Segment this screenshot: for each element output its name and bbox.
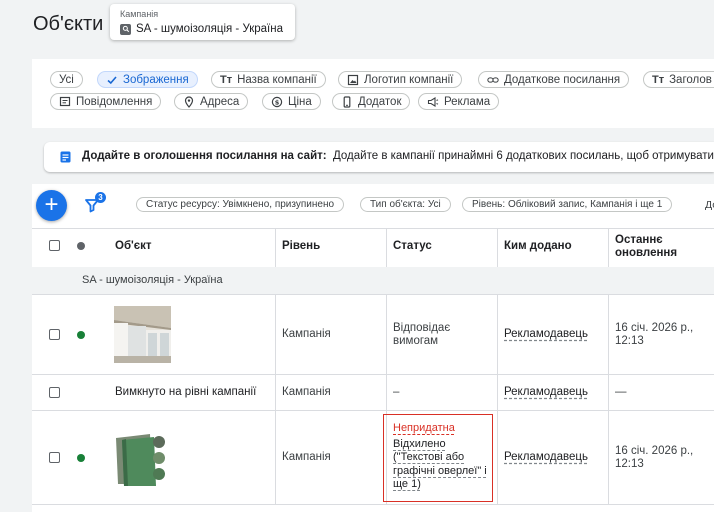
row-checkbox[interactable] bbox=[49, 329, 60, 340]
status-dot-enabled bbox=[77, 454, 85, 462]
chip-app[interactable]: Додаток bbox=[332, 93, 411, 110]
row-object-disabled: Вимкнуто на рівні кампанії bbox=[115, 386, 257, 398]
chip-label: Додаток bbox=[358, 95, 402, 108]
column-header-last-updated[interactable]: Останнє оновлення bbox=[615, 234, 677, 260]
row-last-updated: 16 січ. 2026 р., 12:13 bbox=[615, 445, 693, 471]
filter-chip-object-type[interactable]: Тип об'єкта: Усі bbox=[360, 197, 451, 212]
row-level: Кампанія bbox=[282, 386, 331, 398]
filter-chip-resource-status[interactable]: Статус ресурсу: Увімкнено, призупинено bbox=[136, 197, 345, 212]
added-by-link[interactable]: Рекламодавець bbox=[504, 386, 588, 398]
divider bbox=[32, 374, 714, 375]
column-header-level[interactable]: Рівень bbox=[282, 240, 320, 252]
image-icon bbox=[347, 74, 359, 86]
date-line: 16 січ. 2026 р., bbox=[615, 445, 694, 457]
highlight-box bbox=[383, 414, 493, 502]
status-line: Відповідає bbox=[393, 322, 451, 334]
filter-count-badge: 3 bbox=[95, 192, 106, 203]
column-header-added-by[interactable]: Ким додано bbox=[504, 240, 572, 252]
chip-label: Повідомлення bbox=[76, 95, 153, 108]
date-line: 16 січ. 2026 р., bbox=[615, 322, 694, 334]
time-line: 12:13 bbox=[615, 335, 644, 347]
divider bbox=[32, 504, 714, 505]
text-icon: Tт bbox=[652, 73, 665, 86]
campaign-selector-label: Кампанія bbox=[120, 9, 159, 19]
chip-label: Заголов bbox=[669, 73, 712, 86]
message-icon bbox=[59, 96, 71, 108]
divider bbox=[32, 228, 714, 229]
chip-all[interactable]: Усі bbox=[50, 71, 83, 88]
row-status: Відповідає вимогам bbox=[393, 322, 450, 348]
status-line: вимогам bbox=[393, 335, 439, 347]
header-line: Останнє bbox=[615, 234, 663, 246]
chip-label: Назва компанії bbox=[237, 73, 317, 86]
text-icon: Tт bbox=[220, 73, 233, 86]
row-level: Кампанія bbox=[282, 451, 331, 463]
location-pin-icon bbox=[183, 95, 195, 108]
svg-text:$: $ bbox=[275, 98, 280, 106]
row-last-updated: 16 січ. 2026 р., 12:13 bbox=[615, 322, 693, 348]
add-asset-button[interactable]: + bbox=[36, 190, 67, 221]
column-header-status[interactable]: Статус bbox=[393, 240, 432, 252]
chip-label: Зображення bbox=[123, 73, 189, 86]
chip-callout[interactable]: Повідомлення bbox=[50, 93, 162, 110]
sitelink-icon bbox=[60, 151, 71, 163]
megaphone-icon bbox=[427, 96, 439, 108]
chip-label: Ціна bbox=[288, 95, 312, 108]
divider bbox=[32, 294, 714, 295]
page-title: Об'єкти bbox=[33, 13, 104, 35]
row-status: – bbox=[393, 386, 400, 398]
added-by-link[interactable]: Рекламодавець bbox=[504, 451, 588, 463]
chip-business-name[interactable]: Tт Назва компанії bbox=[211, 71, 326, 88]
row-checkbox[interactable] bbox=[49, 452, 60, 463]
banner-text: Додайте в кампанії принаймні 6 додаткови… bbox=[333, 150, 714, 162]
phone-icon bbox=[341, 95, 353, 108]
search-campaign-icon bbox=[120, 23, 131, 35]
group-label: SA - шумоізоляція - Україна bbox=[82, 274, 223, 286]
asset-type-filter-bar: Усі Зображення Tт Назва компанії Логотип… bbox=[32, 59, 714, 128]
chip-label: Логотип компанії bbox=[364, 73, 454, 86]
link-icon bbox=[487, 74, 499, 86]
divider bbox=[32, 410, 714, 411]
campaign-name: SA - шумоізоляція - Україна bbox=[136, 23, 283, 35]
banner-title: Додайте в оголошення посилання на сайт: bbox=[82, 150, 327, 162]
chip-headline[interactable]: Tт Заголов bbox=[643, 71, 714, 88]
chip-label: Адреса bbox=[200, 95, 240, 108]
filter-chip-level[interactable]: Рівень: Обліковий запис, Кампанія і ще 1 bbox=[462, 197, 673, 212]
chip-business-logo[interactable]: Логотип компанії bbox=[338, 71, 463, 88]
chip-label: Додаткове посилання bbox=[504, 73, 621, 86]
time-line: 12:13 bbox=[615, 458, 644, 470]
row-last-updated: — bbox=[615, 386, 627, 398]
price-icon: $ bbox=[271, 96, 283, 108]
column-header-object[interactable]: Об'єкт bbox=[115, 240, 152, 252]
chip-location[interactable]: Адреса bbox=[174, 93, 249, 110]
status-column-dot bbox=[77, 242, 85, 250]
chip-label: Реклама bbox=[444, 95, 491, 108]
chip-label: Усі bbox=[59, 73, 74, 86]
status-dot-enabled bbox=[77, 331, 85, 339]
chip-sitelink[interactable]: Додаткове посилання bbox=[478, 71, 630, 88]
row-level: Кампанія bbox=[282, 328, 331, 340]
add-filter-link[interactable]: До bbox=[705, 199, 714, 211]
asset-image-thumbnail[interactable] bbox=[114, 430, 171, 487]
chip-promotion[interactable]: Реклама bbox=[418, 93, 500, 110]
chip-images[interactable]: Зображення bbox=[97, 71, 198, 88]
chip-price[interactable]: $ Ціна bbox=[262, 93, 321, 110]
check-icon bbox=[106, 74, 118, 86]
added-by-link[interactable]: Рекламодавець bbox=[504, 328, 588, 340]
asset-image-thumbnail[interactable] bbox=[114, 306, 171, 363]
header-line: оновлення bbox=[615, 247, 678, 259]
campaign-selector[interactable]: Кампанія SA - шумоізоляція - Україна bbox=[110, 4, 295, 40]
sitelink-recommendation-banner: Додайте в оголошення посилання на сайт: … bbox=[44, 142, 714, 172]
row-checkbox[interactable] bbox=[49, 387, 60, 398]
select-all-checkbox[interactable] bbox=[49, 240, 60, 251]
